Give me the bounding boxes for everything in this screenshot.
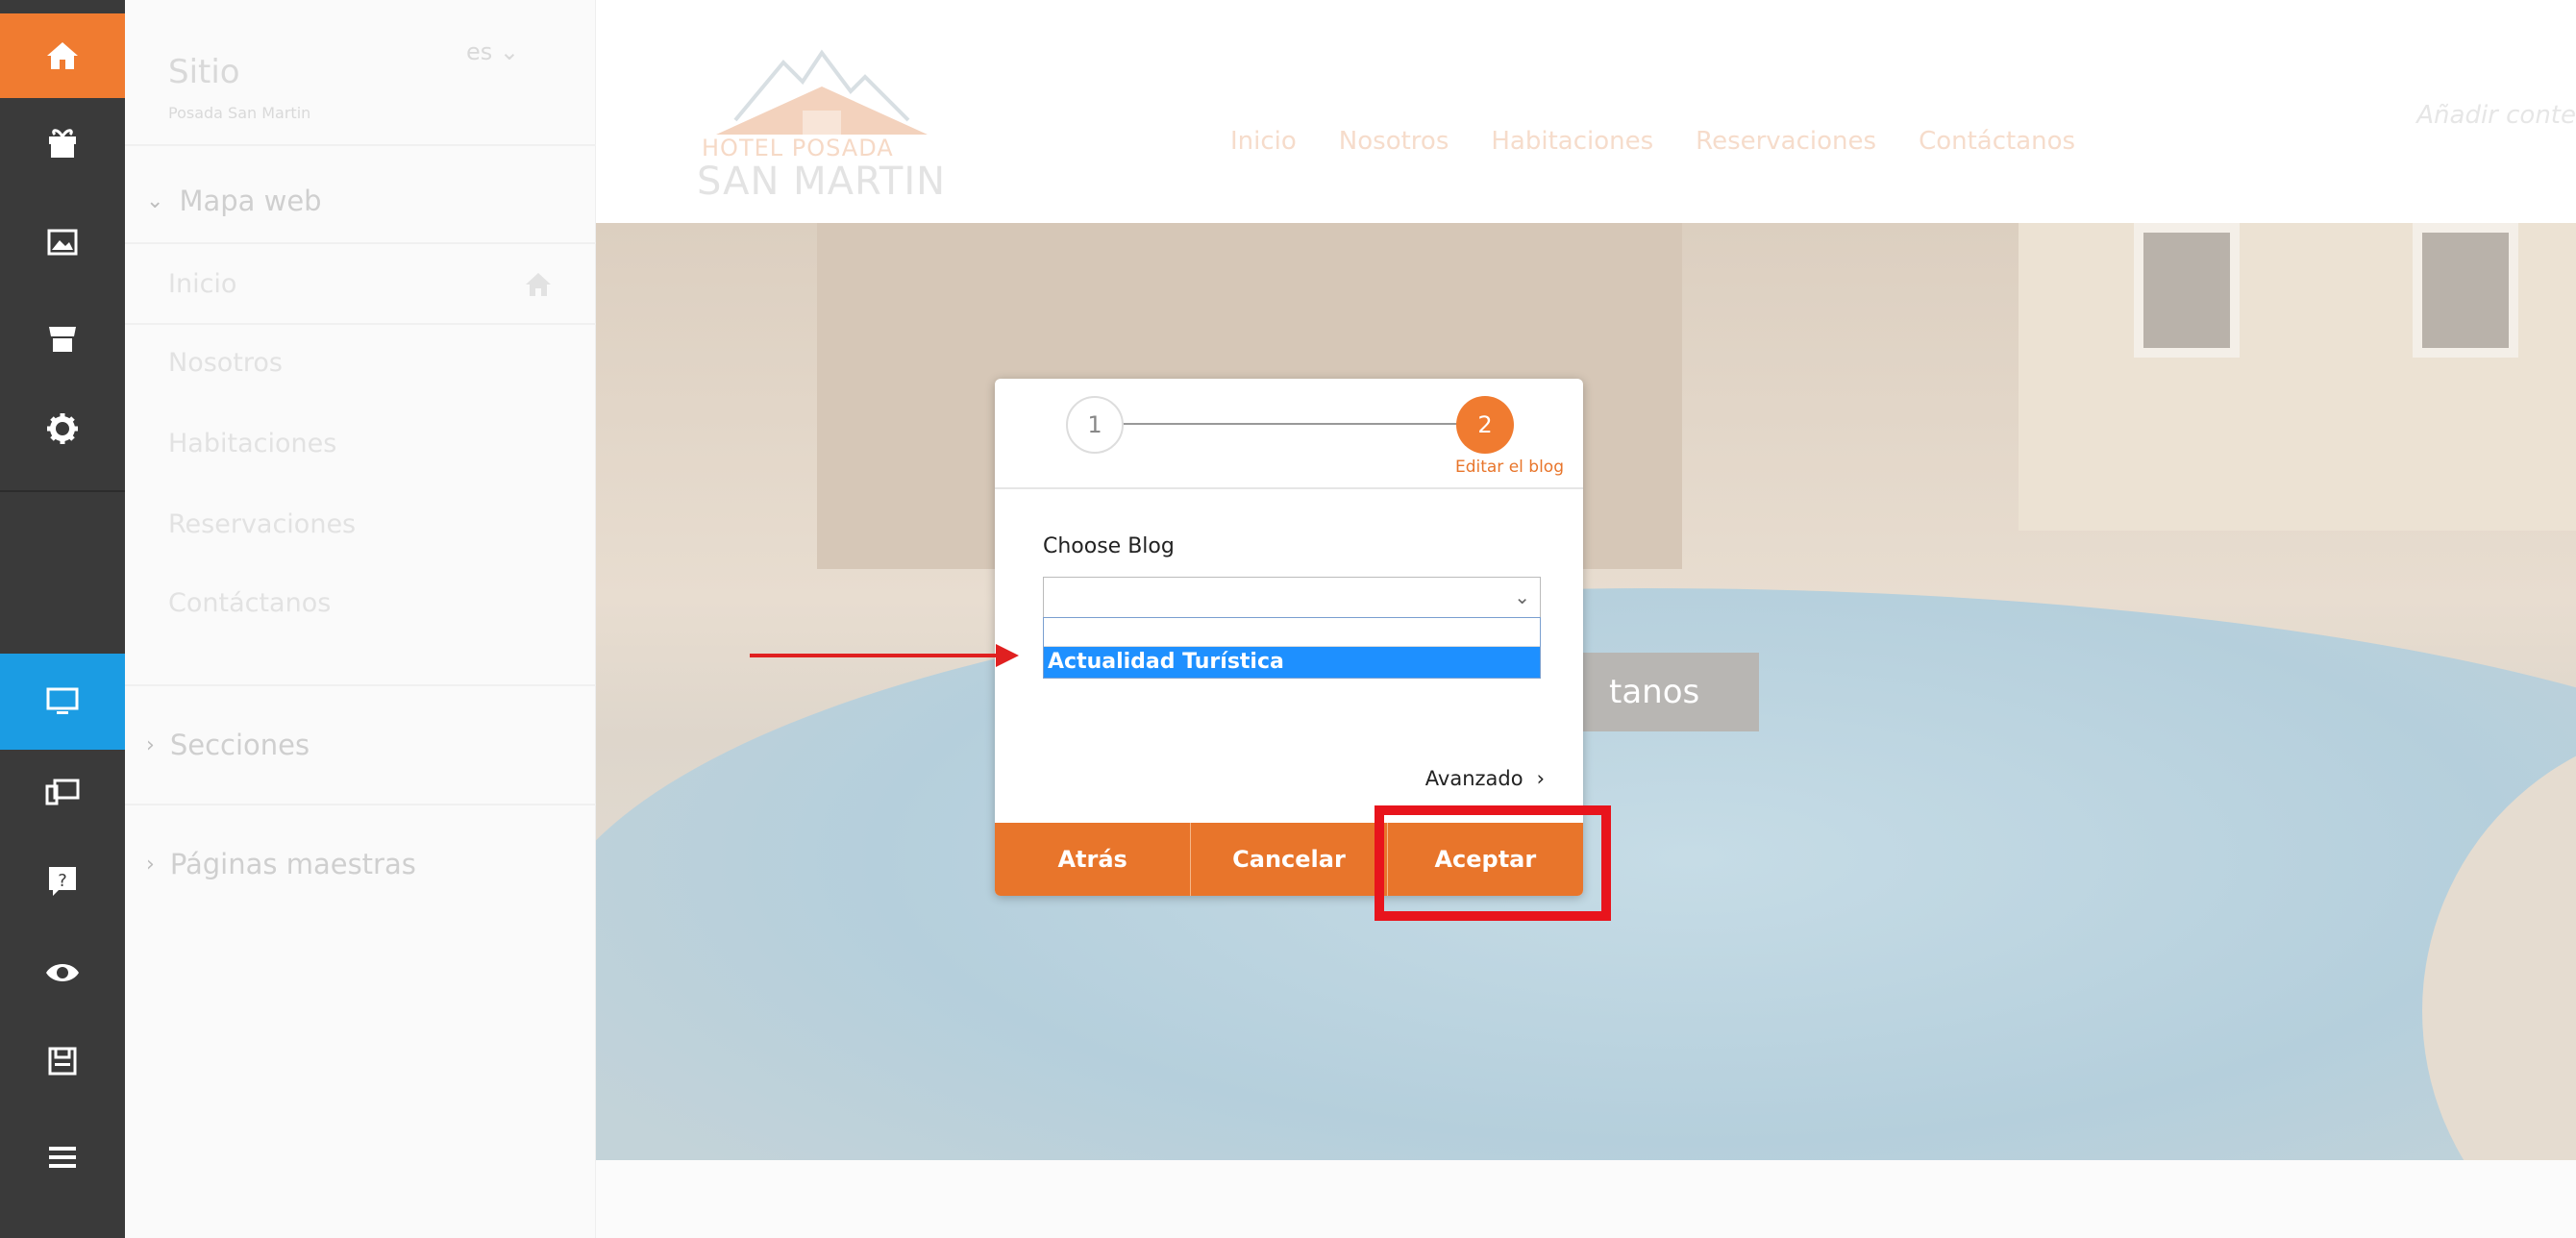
gallery-icon[interactable]	[0, 200, 125, 285]
sidebar-divider	[125, 684, 596, 686]
annotation-arrow-line	[750, 654, 1002, 657]
home-icon[interactable]	[0, 13, 125, 98]
save-icon[interactable]	[0, 1019, 125, 1103]
rail-divider	[0, 490, 125, 492]
blog-dropdown-list: Actualidad Turística	[1043, 617, 1541, 679]
site-header: HOTEL POSADA SAN MARTIN Inicio Nosotros …	[596, 0, 2576, 223]
site-nav: Inicio Nosotros Habitaciones Reservacion…	[1230, 127, 2075, 156]
sidebar-divider	[125, 144, 596, 146]
sidebar: Sitio Posada San Martin es ⌄ ⌄ Mapa web …	[125, 0, 596, 1238]
gear-icon[interactable]	[0, 386, 125, 471]
logo-line2: SAN MARTIN	[697, 160, 947, 204]
advanced-label: Avanzado	[1424, 767, 1523, 790]
master-pages-header[interactable]: › Páginas maestras	[146, 848, 416, 880]
sidebar-divider	[125, 804, 596, 805]
hero-window	[2134, 223, 2240, 358]
step-connector	[1086, 423, 1471, 425]
chevron-down-icon: ⌄	[146, 188, 164, 213]
language-select[interactable]: es ⌄	[466, 38, 519, 65]
eye-icon[interactable]	[0, 930, 125, 1015]
multi-device-icon[interactable]	[0, 750, 125, 834]
step-2-label: Editar el blog	[1454, 458, 1564, 477]
svg-text:?: ?	[58, 871, 67, 891]
nav-reservaciones[interactable]: Reservaciones	[1696, 127, 1876, 156]
logo-line1: HOTEL POSADA	[702, 135, 894, 161]
dialog-divider	[995, 487, 1583, 489]
step-2: 2	[1456, 396, 1514, 454]
sidebar-page-contactanos[interactable]: Contáctanos	[168, 588, 331, 618]
tool-rail: ?	[0, 0, 125, 1238]
annotation-highlight-box	[1375, 805, 1611, 921]
desktop-icon[interactable]	[0, 654, 125, 750]
nav-contactanos[interactable]: Contáctanos	[1919, 127, 2075, 156]
annotation-arrow-head	[996, 644, 1019, 667]
chevron-down-icon: ⌄	[1514, 585, 1530, 608]
sidebar-divider	[125, 323, 596, 325]
hero-contact-button[interactable]: tanos	[1567, 653, 1759, 731]
hero-window	[2413, 223, 2518, 358]
shop-icon[interactable]	[0, 296, 125, 381]
help-icon[interactable]: ?	[0, 838, 125, 923]
language-value: es	[466, 38, 493, 65]
chevron-right-icon: ›	[1536, 767, 1545, 790]
chevron-right-icon: ›	[146, 732, 155, 757]
sitemap-header[interactable]: ⌄ Mapa web	[146, 185, 322, 217]
menu-icon[interactable]	[0, 1115, 125, 1200]
advanced-link[interactable]: Avanzado ›	[1425, 767, 1545, 790]
sidebar-page-reservaciones[interactable]: Reservaciones	[168, 509, 356, 539]
chevron-down-icon: ⌄	[499, 38, 520, 65]
cancel-button[interactable]: Cancelar	[1191, 823, 1388, 896]
nav-inicio[interactable]: Inicio	[1230, 127, 1297, 156]
nav-nosotros[interactable]: Nosotros	[1339, 127, 1449, 156]
sidebar-page-nosotros[interactable]: Nosotros	[168, 348, 283, 378]
choose-blog-select[interactable]: ⌄	[1043, 577, 1541, 619]
chevron-right-icon: ›	[146, 852, 155, 877]
hero-image: tanos	[596, 223, 2576, 1160]
site-subtitle: Posada San Martin	[168, 104, 311, 122]
master-pages-label: Páginas maestras	[169, 848, 416, 880]
gift-icon[interactable]	[0, 100, 125, 185]
sitemap-label: Mapa web	[179, 185, 322, 217]
choose-blog-label: Choose Blog	[1043, 534, 1175, 558]
dropdown-option-actualidad-turistica[interactable]: Actualidad Turística	[1044, 647, 1540, 678]
sidebar-page-inicio[interactable]: Inicio	[168, 269, 236, 299]
dropdown-option-empty[interactable]	[1044, 618, 1540, 647]
sidebar-page-habitaciones[interactable]: Habitaciones	[168, 429, 336, 458]
home-page-icon	[524, 271, 553, 298]
step-1: 1	[1066, 396, 1124, 454]
sidebar-divider	[125, 242, 596, 244]
sections-header[interactable]: › Secciones	[146, 729, 310, 761]
nav-habitaciones[interactable]: Habitaciones	[1491, 127, 1653, 156]
site-title: Sitio	[168, 53, 240, 91]
back-button[interactable]: Atrás	[995, 823, 1192, 896]
sections-label: Secciones	[169, 729, 310, 761]
add-content-link[interactable]: Añadir conte	[2416, 101, 2576, 130]
page-footer-area	[596, 1160, 2576, 1238]
